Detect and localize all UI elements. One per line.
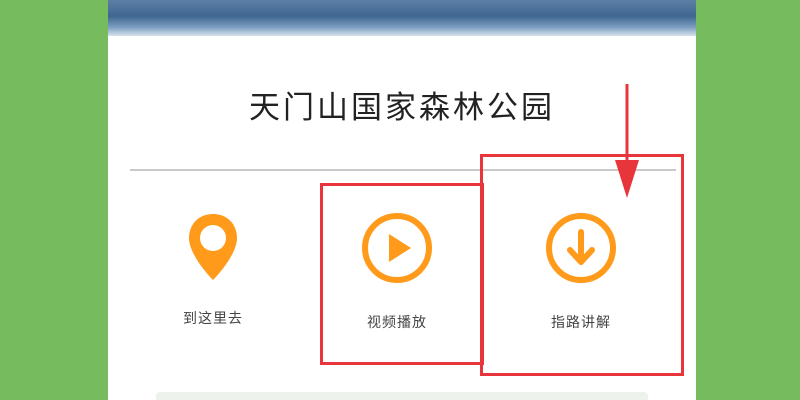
highlight-box-video bbox=[320, 183, 484, 365]
park-banner-image bbox=[108, 0, 696, 36]
highlight-box-guide bbox=[480, 154, 684, 376]
action-label: 到这里去 bbox=[183, 311, 243, 327]
annotation-arrow-icon bbox=[615, 84, 639, 198]
page-title: 天门山国家森林公园 bbox=[249, 90, 555, 126]
location-pin-icon bbox=[189, 214, 237, 280]
bottom-panel bbox=[156, 392, 648, 400]
navigate-here-button[interactable]: 到这里去 bbox=[138, 210, 288, 328]
